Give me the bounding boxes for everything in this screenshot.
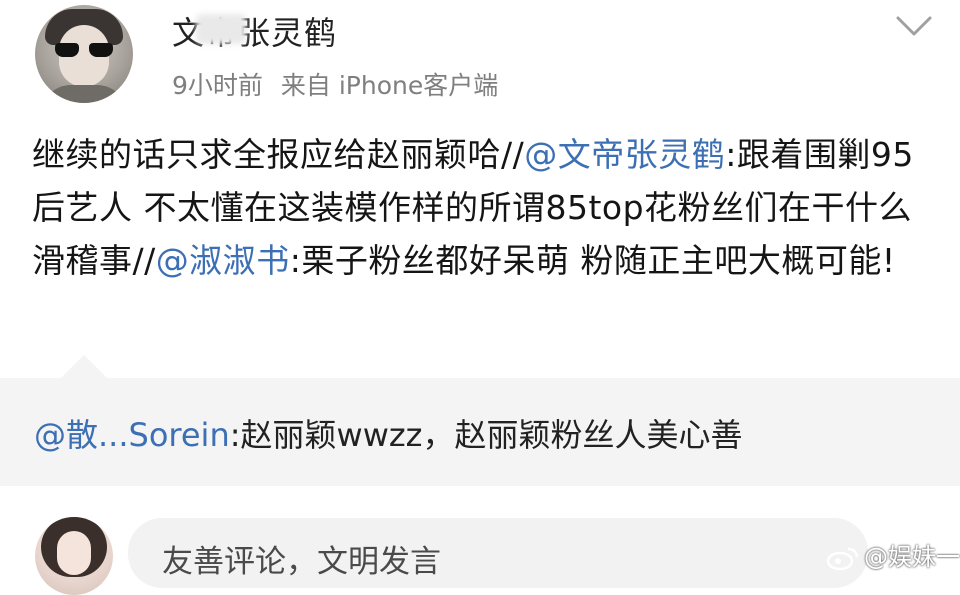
- commenter-avatar-face: [57, 531, 91, 575]
- post-source: 来自 iPhone客户端: [280, 71, 499, 100]
- chevron-down-icon[interactable]: [894, 14, 934, 40]
- mention-link-1[interactable]: @文帝张灵鹤: [524, 135, 725, 174]
- watermark-text: @娱妹一: [864, 543, 960, 571]
- post-body: 继续的话只求全报应给赵丽颖哈//@文帝张灵鹤:跟着围剿95后艺人 不太懂在这装模…: [32, 128, 937, 287]
- mention-link-2[interactable]: @淑淑书: [156, 241, 290, 280]
- watermark: @娱妹一: [826, 537, 960, 572]
- user-avatar[interactable]: [35, 5, 133, 103]
- post-header: 文帝张灵鹤 9小时前 来自 iPhone客户端: [0, 0, 960, 110]
- post-text-part1: 继续的话只求全报应给赵丽颖哈//: [32, 135, 525, 174]
- post-time: 9小时前: [172, 71, 263, 100]
- username-blur: [196, 14, 246, 44]
- quoted-reply: @散...Sorein:赵丽颖wwzz，赵丽颖粉丝人美心善: [34, 410, 742, 456]
- post-text-part3: :栗子粉丝都好呆萌 粉随正主吧大概可能!: [289, 241, 896, 280]
- avatar-sunglasses: [55, 43, 113, 57]
- reply-text: :赵丽颖wwzz，赵丽颖粉丝人美心善: [229, 416, 743, 454]
- comment-placeholder: 友善评论，文明发言: [162, 544, 441, 580]
- avatar-shirt: [41, 85, 127, 103]
- post-meta: 9小时前 来自 iPhone客户端: [172, 66, 516, 102]
- reply-mention-link[interactable]: @散...Sorein: [34, 416, 230, 454]
- commenter-avatar[interactable]: [35, 517, 113, 595]
- reply-pointer: [60, 355, 108, 379]
- weibo-logo-icon: [826, 547, 859, 571]
